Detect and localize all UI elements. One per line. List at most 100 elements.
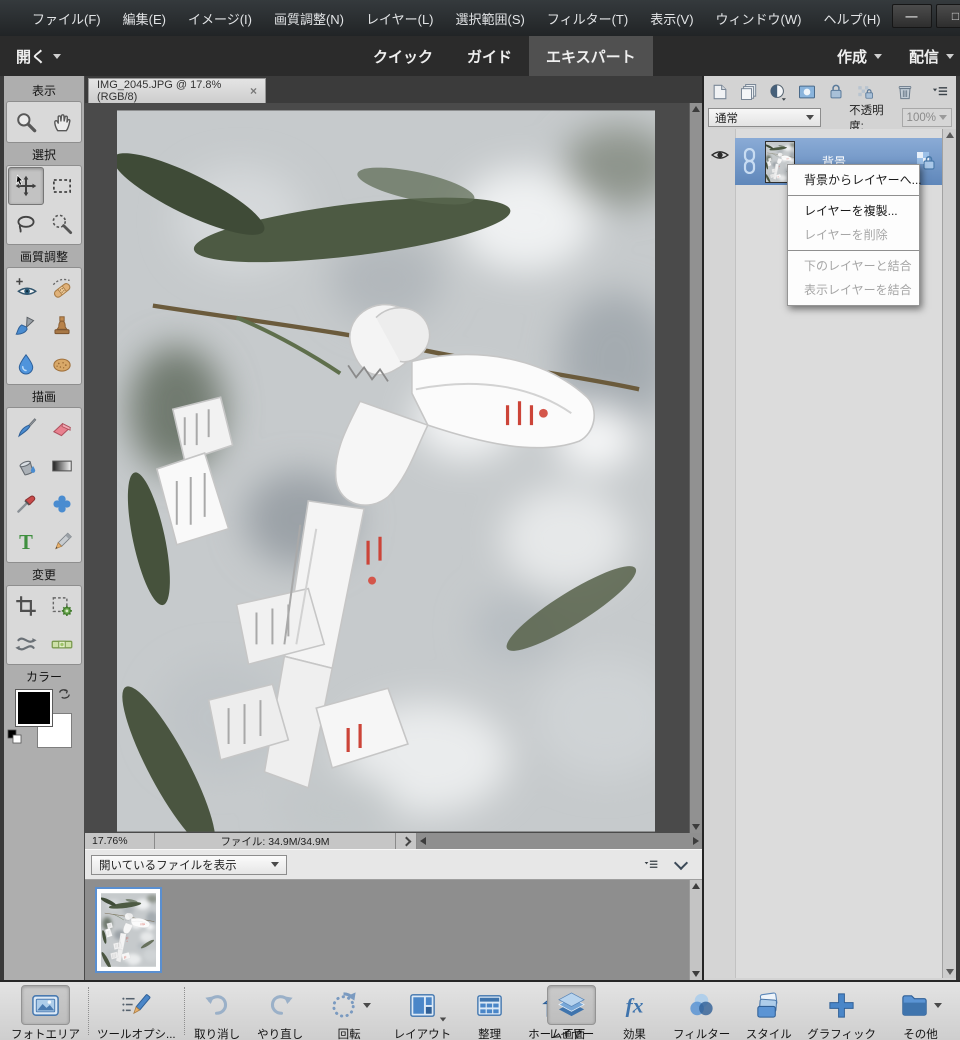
type-tool-button[interactable]: T [8, 523, 44, 561]
organizer-icon [474, 990, 505, 1021]
open-button[interactable]: 開く [16, 36, 61, 76]
photo-bin-scrollbar[interactable] [689, 880, 702, 980]
healing-brush-tool-button[interactable] [44, 269, 80, 307]
blur-tool-button[interactable] [8, 345, 44, 383]
panel-menu-button[interactable] [642, 856, 660, 874]
marquee-tool-button[interactable] [44, 167, 80, 205]
layers-scrollbar[interactable] [942, 129, 956, 978]
canvas-horizontal-scrollbar[interactable] [417, 833, 702, 849]
delete-layer-button[interactable] [894, 81, 915, 102]
adjustment-layer-button[interactable] [767, 81, 788, 102]
scroll-down-icon[interactable] [692, 824, 700, 830]
canvas-vertical-scrollbar[interactable] [689, 103, 702, 833]
menu-item[interactable]: ファイル(F) [21, 9, 112, 28]
taskbar-filters[interactable]: フィルター [666, 984, 737, 1040]
scroll-right-icon[interactable] [693, 837, 699, 845]
scroll-up-icon[interactable] [946, 132, 954, 138]
move-tool-button[interactable] [8, 167, 44, 205]
menu-item[interactable]: イメージ(I) [177, 9, 263, 28]
close-tab-icon[interactable]: × [250, 84, 257, 98]
photo-bin-filter-dropdown[interactable]: 開いているファイルを表示 [91, 855, 287, 875]
shape-tool-button[interactable] [44, 485, 80, 523]
document-tab[interactable]: IMG_2045.JPG @ 17.8%(RGB/8) × [88, 78, 266, 103]
paint-bucket-tool-button[interactable] [8, 447, 44, 485]
clone-stamp-tool [49, 313, 75, 339]
brush-tool-button[interactable] [8, 409, 44, 447]
layer-visibility-eye-icon[interactable] [710, 147, 730, 163]
menu-item[interactable]: 表示(V) [639, 9, 704, 28]
minimize-button[interactable]: — [892, 4, 932, 28]
zoom-tool-button[interactable] [8, 103, 44, 141]
context-menu-item[interactable]: レイヤーを複製... [788, 199, 919, 223]
context-menu-item[interactable]: 背景からレイヤーへ... [788, 168, 919, 192]
maximize-button[interactable]: □ [936, 4, 960, 28]
taskbar-redo[interactable]: やり直し [249, 984, 312, 1040]
gradient-tool-button[interactable] [44, 447, 80, 485]
scroll-down-icon[interactable] [692, 971, 700, 977]
scroll-up-icon[interactable] [692, 883, 700, 889]
crop-tool-button[interactable] [8, 587, 44, 625]
taskbar-photo-bin[interactable]: フォトエリア [4, 984, 87, 1040]
photo-bin-thumbnail[interactable] [95, 887, 162, 973]
eraser-tool-button[interactable] [44, 409, 80, 447]
menu-item[interactable]: フィルター(T) [536, 9, 639, 28]
taskbar-layers[interactable]: レイヤー [540, 984, 603, 1040]
share-button[interactable]: 配信 [909, 36, 954, 76]
scroll-down-icon[interactable] [946, 969, 954, 975]
collapse-bin-icon[interactable] [674, 855, 688, 869]
menu-item[interactable]: ウィンドウ(W) [705, 9, 813, 28]
content-move-tool-button[interactable] [8, 625, 44, 663]
new-layer-button[interactable] [709, 81, 730, 102]
menu-item[interactable]: 画質調整(N) [263, 9, 355, 28]
taskbar-graphics[interactable]: グラフィック [800, 984, 883, 1040]
menu-item[interactable]: レイヤー(L) [355, 9, 445, 28]
opacity-dropdown[interactable]: 100% [902, 108, 952, 127]
file-size-info[interactable]: ファイル: 34.9M/34.9M [155, 833, 396, 849]
document-tab-bar: IMG_2045.JPG @ 17.8%(RGB/8) × [85, 76, 702, 104]
taskbar-more[interactable]: その他 [883, 984, 958, 1040]
mode-tab[interactable]: エキスパート [529, 36, 653, 76]
menu-item[interactable]: 編集(E) [112, 9, 177, 28]
taskbar-tool-options[interactable]: ツールオプシ... [90, 984, 183, 1040]
taskbar-rotate[interactable]: 回転 [312, 984, 387, 1040]
red-eye-tool-button[interactable] [8, 269, 44, 307]
eyedropper-tool-button[interactable] [8, 485, 44, 523]
lasso-tool-button[interactable] [8, 205, 44, 243]
menu-item[interactable]: 選択範囲(S) [445, 9, 536, 28]
dropdown-caret-icon [874, 54, 882, 59]
taskbar-organizer[interactable]: 整理 [458, 984, 521, 1040]
taskbar-undo[interactable]: 取り消し [186, 984, 249, 1040]
mode-tab[interactable]: クイック [356, 36, 450, 76]
foreground-color-swatch[interactable] [15, 689, 53, 727]
lock-all-button[interactable] [825, 81, 846, 102]
pencil-tool-button[interactable] [44, 523, 80, 561]
layer-mask-button[interactable] [796, 81, 817, 102]
healing-brush-tool [49, 275, 75, 301]
scroll-left-icon[interactable] [420, 837, 426, 845]
photo-image [117, 110, 655, 832]
taskbar-layout[interactable]: レイアウト [387, 984, 459, 1040]
dropdown-caret-icon [946, 54, 954, 59]
panel-menu-button[interactable] [929, 81, 950, 102]
taskbar-styles[interactable]: スタイル [737, 984, 800, 1040]
create-button[interactable]: 作成 [837, 36, 882, 76]
swap-colors-icon[interactable] [57, 687, 72, 702]
sponge-tool-button[interactable] [44, 345, 80, 383]
quick-selection-tool-button[interactable] [44, 205, 80, 243]
menu-item[interactable]: ヘルプ(H) [812, 9, 891, 28]
smart-brush-tool-button[interactable] [8, 307, 44, 345]
mode-tab[interactable]: ガイド [450, 36, 529, 76]
scroll-up-icon[interactable] [692, 106, 700, 112]
blend-mode-dropdown[interactable]: 通常 [708, 108, 821, 127]
taskbar-effects[interactable]: fx効果 [603, 984, 666, 1040]
status-expand-button[interactable] [396, 833, 417, 849]
duplicate-layer-button[interactable] [738, 81, 759, 102]
recompose-tool-button[interactable] [44, 587, 80, 625]
canvas-area[interactable] [85, 103, 689, 833]
zoom-level[interactable]: 17.76% [85, 833, 155, 849]
default-colors-icon[interactable] [7, 729, 23, 745]
straighten-tool-button[interactable] [44, 625, 80, 663]
lock-transparency-button[interactable] [854, 81, 875, 102]
clone-stamp-tool-button[interactable] [44, 307, 80, 345]
hand-tool-button[interactable] [44, 103, 80, 141]
